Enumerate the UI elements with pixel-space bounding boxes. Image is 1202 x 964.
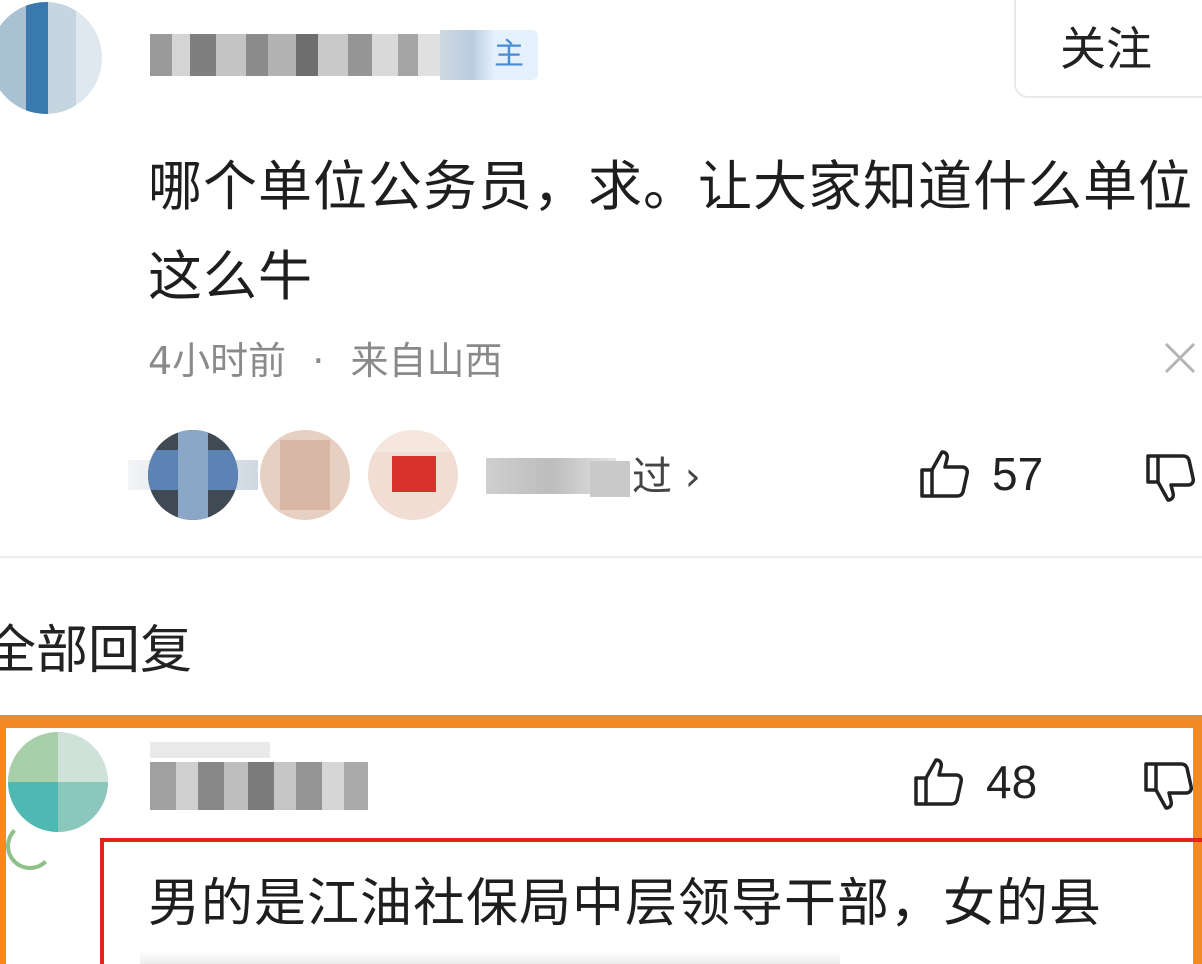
liked-by-avatar	[368, 430, 458, 520]
avatar-blur-block	[48, 2, 76, 114]
thumbs-up-icon[interactable]	[916, 446, 972, 502]
like-count: 57	[992, 448, 1044, 500]
comment-meta: 4小时前 · 来自山西	[148, 334, 502, 388]
avatar[interactable]	[0, 2, 102, 114]
thumbs-down-icon[interactable]	[1142, 450, 1198, 506]
avatar-blur-block	[26, 2, 48, 114]
comment-location: 来自山西	[350, 339, 503, 383]
liked-by-avatar	[148, 430, 238, 520]
liked-by-suffix: 过 ›	[632, 454, 701, 500]
thumbs-up-icon[interactable]	[910, 754, 966, 810]
close-icon[interactable]	[1160, 338, 1200, 378]
reply-username-blurred[interactable]	[150, 762, 368, 810]
avatar-decoration	[6, 822, 54, 870]
liked-by-avatar	[260, 430, 350, 520]
reply-username-blur-shadow	[150, 742, 270, 758]
meta-separator: ·	[312, 339, 325, 383]
comment-time: 4小时前	[148, 339, 287, 383]
reply-avatar[interactable]	[8, 732, 108, 832]
comment-text: 哪个单位公务员，求。让大家知道什么单位这么牛	[148, 155, 1193, 308]
liked-by-text-blur	[590, 461, 630, 497]
liked-by-link[interactable]: 过 ›	[590, 450, 701, 504]
author-badge: 主	[440, 30, 538, 80]
follow-button[interactable]: 关注	[1014, 0, 1202, 98]
divider	[0, 556, 1202, 558]
author-badge-label: 主	[494, 37, 524, 72]
replies-section-title: 全部回复	[0, 621, 193, 681]
liked-by-avatars[interactable]	[128, 430, 616, 526]
badge-blur	[440, 30, 494, 80]
reply-text: 男的是江油社保局中层领导干部，女的县	[148, 874, 1103, 934]
highlight-frame-left	[0, 715, 6, 964]
username-blurred[interactable]	[150, 34, 440, 76]
reply-like-count: 48	[986, 756, 1038, 808]
thumbs-down-icon[interactable]	[1140, 758, 1196, 814]
next-line-fade	[140, 952, 840, 964]
